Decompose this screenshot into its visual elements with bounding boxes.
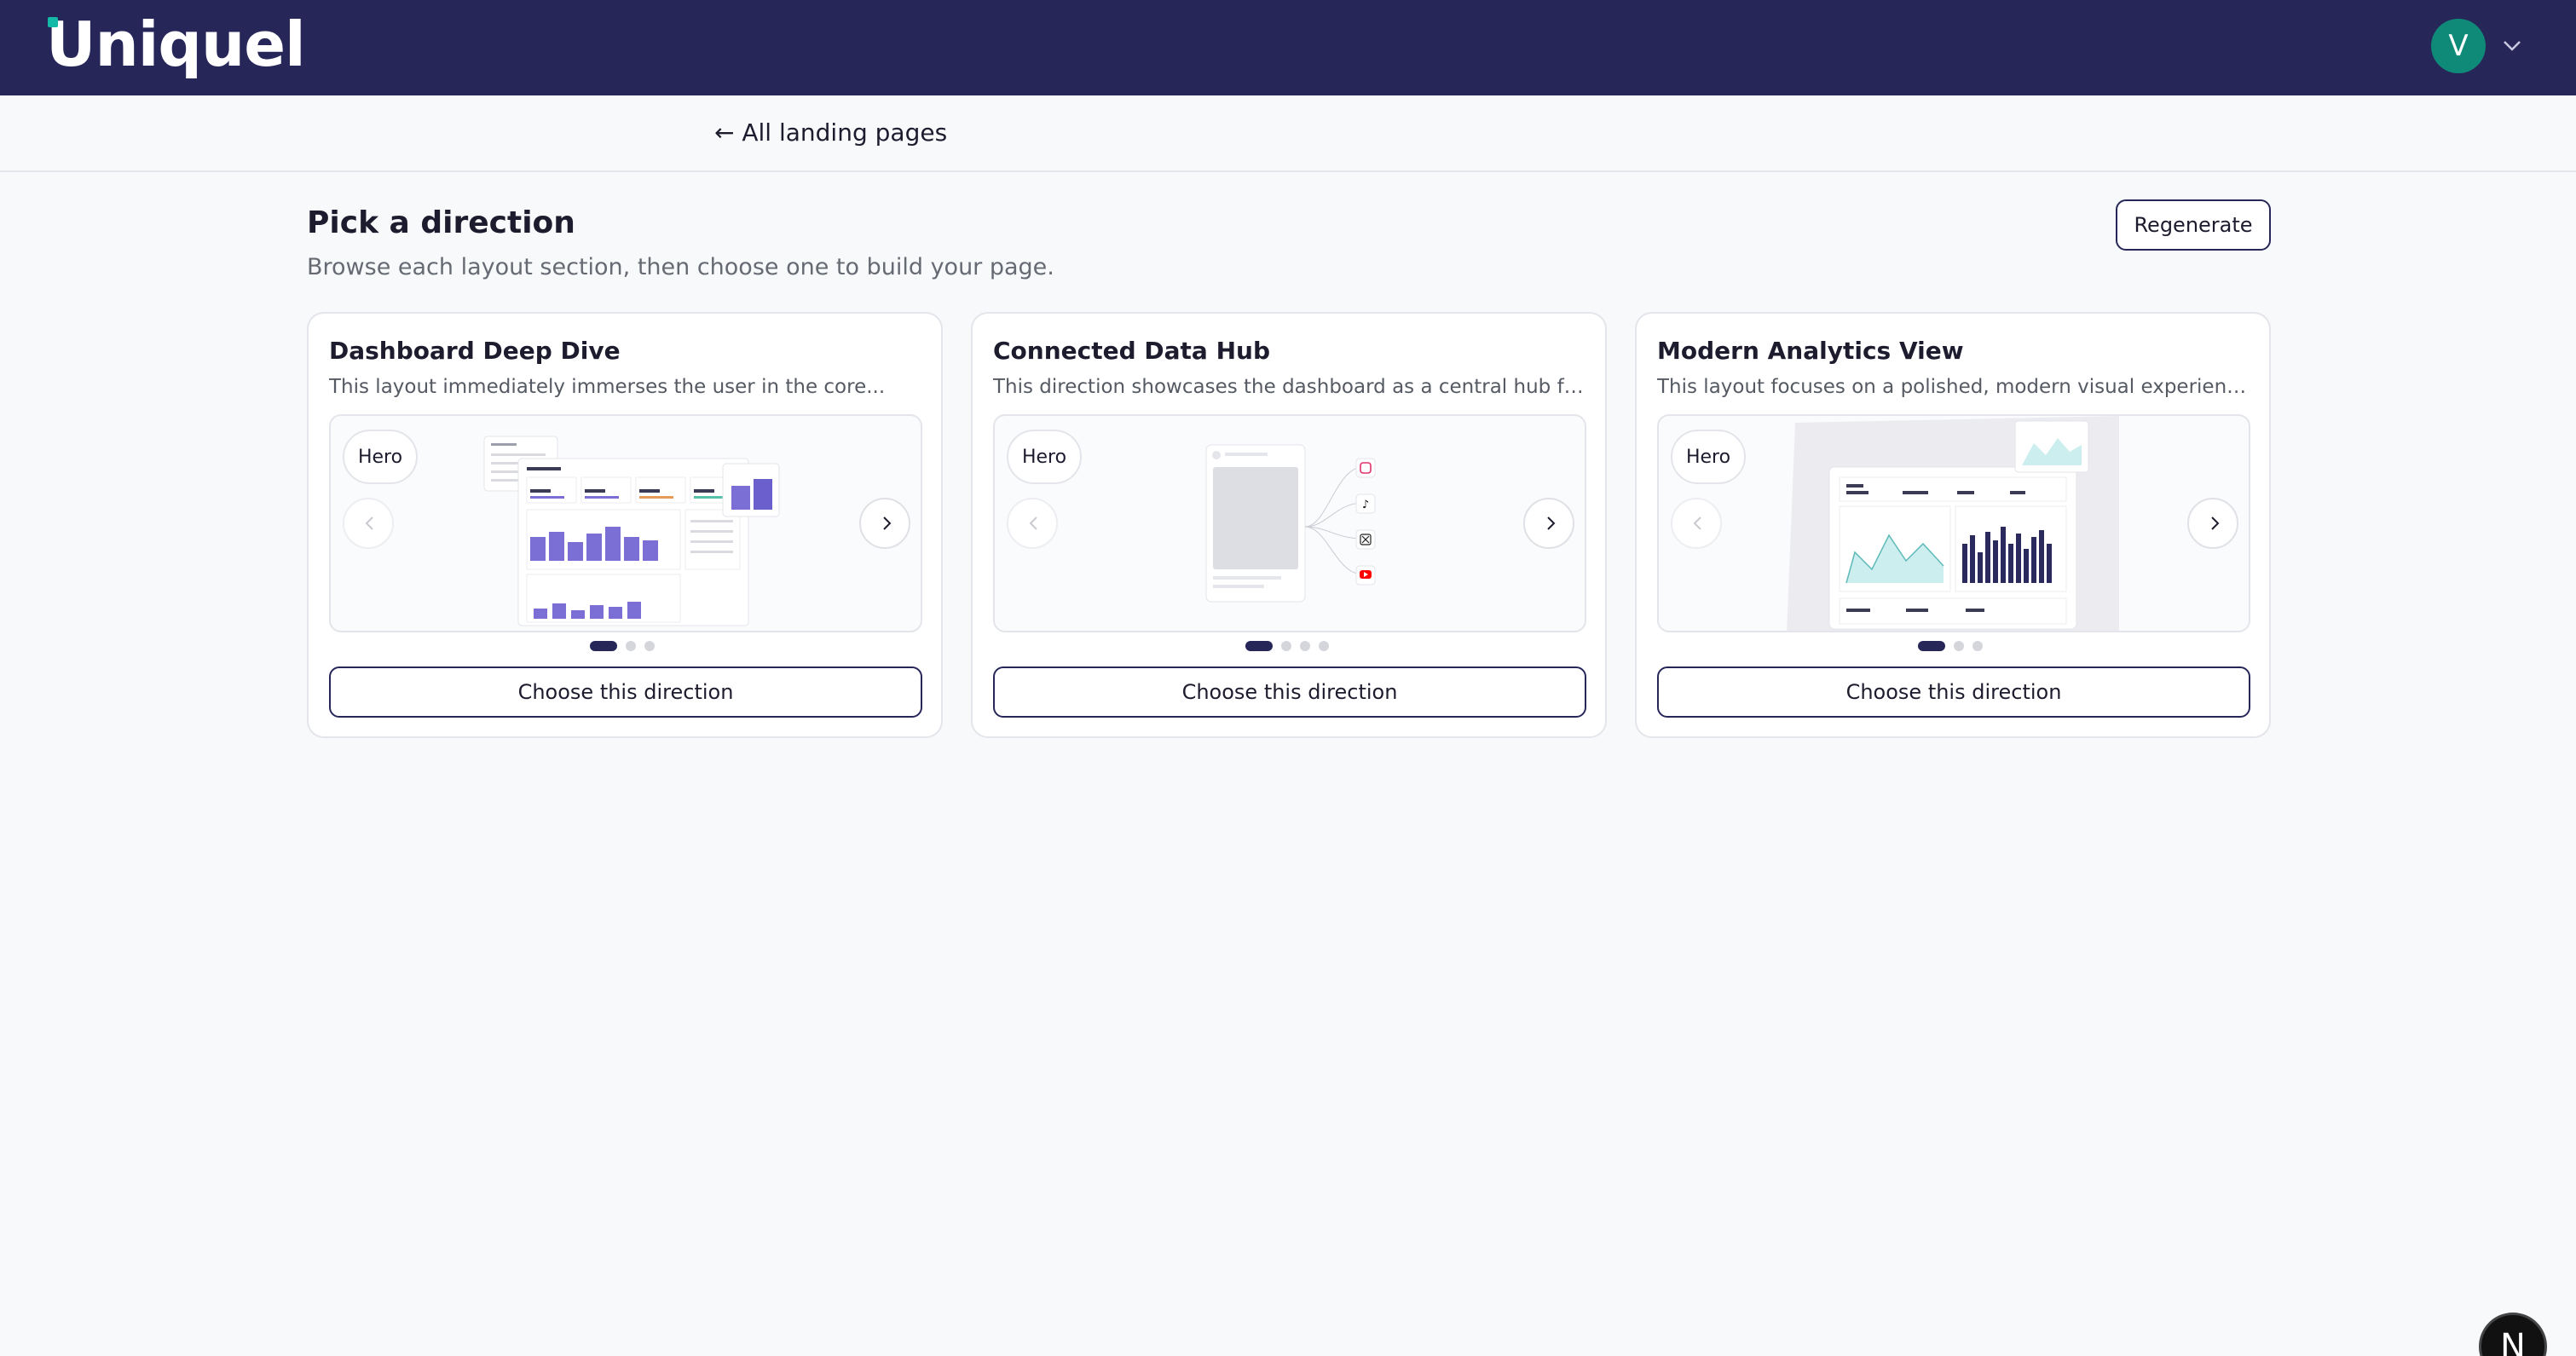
page-subtitle: Browse each layout section, then choose … — [307, 254, 1054, 280]
carousel-dot[interactable] — [1281, 641, 1291, 651]
top-nav-bar: Uniquel V — [0, 0, 2576, 95]
svg-text:♪: ♪ — [1362, 499, 1369, 511]
analytics-preview-thumbnail — [1787, 416, 2119, 631]
carousel-dot[interactable] — [1954, 641, 1964, 651]
regenerate-button[interactable]: Regenerate — [2116, 199, 2271, 251]
carousel-next-button[interactable] — [859, 498, 910, 549]
chevron-down-icon[interactable] — [2498, 31, 2527, 60]
carousel-dot[interactable] — [1245, 641, 1273, 651]
section-label-chip: Hero — [1671, 430, 1746, 484]
carousel-prev-button[interactable] — [1671, 498, 1722, 549]
carousel-prev-button[interactable] — [1007, 498, 1058, 549]
choose-direction-button[interactable]: Choose this direction — [329, 666, 922, 718]
carousel-dot[interactable] — [626, 641, 636, 651]
user-avatar[interactable]: V — [2431, 19, 2486, 73]
carousel-next-button[interactable] — [2187, 498, 2238, 549]
chevron-left-icon — [1693, 516, 1701, 530]
sub-nav-bar — [0, 95, 2576, 172]
direction-card-modern-analytics-view: Modern Analytics View This layout focuse… — [1635, 312, 2271, 738]
card-title: Modern Analytics View — [1657, 337, 1964, 365]
card-description: This direction showcases the dashboard a… — [993, 376, 1590, 398]
card-description: This layout focuses on a polished, moder… — [1657, 376, 2254, 398]
layout-preview-carousel: Hero — [329, 414, 922, 632]
logo-accent-mark — [48, 17, 58, 27]
data-hub-preview-thumbnail: ♪ — [1205, 444, 1376, 603]
carousel-dot[interactable] — [1918, 641, 1945, 651]
carousel-prev-button[interactable] — [343, 498, 394, 549]
dashboard-preview-thumbnail — [467, 433, 791, 629]
direction-card-dashboard-deep-dive: Dashboard Deep Dive This layout immediat… — [307, 312, 943, 738]
dev-tools-badge[interactable]: N — [2479, 1313, 2547, 1356]
carousel-dot[interactable] — [1972, 641, 1983, 651]
carousel-dot[interactable] — [590, 641, 617, 651]
carousel-dot[interactable] — [1319, 641, 1329, 651]
chevron-right-icon — [2211, 516, 2220, 530]
section-label-chip: Hero — [1007, 430, 1082, 484]
page-title: Pick a direction — [307, 205, 575, 240]
carousel-dot[interactable] — [644, 641, 655, 651]
direction-card-connected-data-hub: Connected Data Hub This direction showca… — [971, 312, 1607, 738]
chevron-right-icon — [1547, 516, 1556, 530]
chevron-right-icon — [883, 516, 892, 530]
card-title: Connected Data Hub — [993, 337, 1270, 365]
carousel-next-button[interactable] — [1523, 498, 1574, 549]
choose-direction-button[interactable]: Choose this direction — [1657, 666, 2250, 718]
layout-preview-carousel: Hero — [1657, 414, 2250, 632]
carousel-pagination — [1245, 641, 1329, 651]
chevron-left-icon — [1029, 516, 1037, 530]
section-label-chip: Hero — [343, 430, 418, 484]
back-to-landing-pages-link[interactable]: ← All landing pages — [714, 118, 947, 148]
uniquel-logo[interactable]: Uniquel — [46, 10, 306, 78]
choose-direction-button[interactable]: Choose this direction — [993, 666, 1586, 718]
carousel-pagination — [590, 641, 655, 651]
carousel-dot[interactable] — [1300, 641, 1310, 651]
card-description: This layout immediately immerses the use… — [329, 376, 886, 398]
layout-preview-carousel: ♪ Hero — [993, 414, 1586, 632]
carousel-pagination — [1918, 641, 1983, 651]
chevron-left-icon — [365, 516, 373, 530]
card-title: Dashboard Deep Dive — [329, 337, 621, 365]
